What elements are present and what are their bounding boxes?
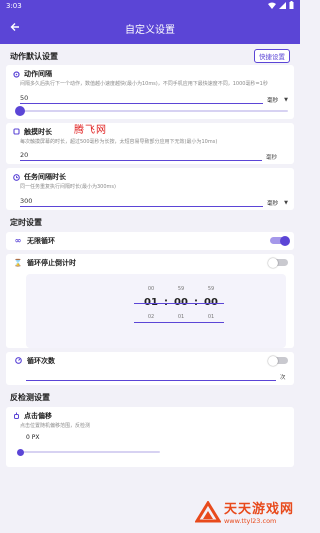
loop-count-card: 循环次数 次: [6, 351, 294, 385]
infinite-loop-header: ∞ 无限循环: [14, 236, 55, 246]
brand-url: www.ttyl23.com: [223, 517, 277, 525]
click-offset-card: 点击偏移 点击位置随机偏移范围，反检测 0 PX: [6, 406, 294, 467]
hours-below: 02: [147, 313, 155, 320]
touch-duration-row: 20 毫秒: [20, 150, 288, 161]
click-offset-desc: 点击位置随机偏移范围，反检测: [20, 422, 91, 429]
arrow-left-icon: [10, 23, 19, 31]
slider-thumb[interactable]: [16, 448, 24, 456]
task-interval-card: 任务间隔时长 同一任务重复执行间隔时长(最小为300ms) 300 毫秒 ▼: [6, 168, 294, 210]
section-title: 反检测设置: [10, 393, 50, 402]
picker-divider: [134, 302, 224, 304]
tap-icon: [12, 412, 20, 420]
touch-icon: [12, 128, 20, 136]
touch-duration-card: 触摸时长 每次触摸屏幕的时长，超过500毫秒为长按，太短容易导致部分应用下无效(…: [6, 122, 294, 164]
slider-track: [20, 109, 288, 112]
loop-stop-countdown-row[interactable]: ⌛ 循环停止倒计时: [6, 254, 294, 272]
brand-name: 天天游戏网: [223, 502, 294, 517]
slider-track: [20, 451, 160, 453]
clock-icon: [12, 173, 20, 181]
section-anti-detect: 反检测设置: [0, 389, 300, 407]
loop-count-input[interactable]: [26, 370, 276, 381]
seconds-above: 59: [207, 285, 215, 292]
toggle-knob: [268, 355, 278, 366]
brand-watermark: 天天游戏网 www.ttyl23.com: [194, 501, 294, 527]
loop-stop-countdown-label: 循环停止倒计时: [27, 258, 76, 267]
section-action-defaults: 动作默认设置 快捷设置: [0, 47, 300, 65]
dropdown-arrow-icon: ▼: [284, 199, 288, 206]
action-interval-row: 50 毫秒 ▼: [20, 93, 288, 104]
loop-count-input-row: 次: [6, 370, 288, 381]
action-interval-desc: 间隔多久后执行下一个动作，数值越小速度越快(最小为10ms)，不同手机应用下最快…: [20, 81, 268, 87]
loop-count-row[interactable]: 循环次数: [6, 352, 288, 370]
toggle-knob: [280, 235, 290, 246]
click-offset-label: 点击偏移: [24, 411, 52, 420]
wifi-icon: [268, 2, 276, 11]
task-interval-desc: 同一任务重复执行间隔时长(最小为300ms): [20, 184, 116, 190]
section-title: 动作默认设置: [10, 51, 58, 61]
minutes-above: 59: [177, 285, 185, 292]
task-interval-label: 任务间隔时长: [24, 173, 66, 181]
unit-label: 毫秒: [267, 200, 279, 207]
section-title: 定时设置: [10, 218, 42, 227]
infinite-loop-toggle[interactable]: [270, 235, 290, 246]
loop-count-header: 循环次数: [14, 356, 55, 366]
action-interval-label: 动作间隔: [24, 70, 52, 78]
loop-stop-countdown-toggle[interactable]: [268, 257, 288, 268]
dropdown-arrow-icon: ▼: [284, 96, 288, 103]
touch-duration-input[interactable]: 20: [20, 150, 262, 161]
gear-icon: [12, 70, 20, 78]
signal-icon: [279, 1, 286, 11]
loop-stop-countdown-header: ⌛ 循环停止倒计时: [14, 258, 76, 268]
action-interval-card: 动作间隔 间隔多久后执行下一个动作，数值越小速度越快(最小为10ms)，不同手机…: [6, 65, 294, 119]
action-interval-slider[interactable]: [15, 105, 288, 116]
task-interval-header: 任务间隔时长: [12, 172, 288, 182]
click-offset-slider[interactable]: [16, 447, 160, 457]
loop-count-label: 循环次数: [27, 356, 55, 365]
task-interval-row: 300 毫秒 ▼: [20, 196, 288, 207]
loop-count-toggle[interactable]: [268, 355, 288, 366]
brand-logo-icon: [194, 501, 221, 523]
infinite-loop-row[interactable]: ∞ 无限循环: [6, 232, 294, 250]
seconds-below: 01: [207, 313, 215, 320]
click-offset-header: 点击偏移: [12, 411, 288, 421]
countdown-picker: 00 01 02 59 00 01 59 00 01 : :: [26, 273, 286, 348]
section-timer: 定时设置: [0, 214, 300, 232]
infinite-loop-card: ∞ 无限循环: [6, 231, 294, 250]
unit-label: 毫秒: [266, 155, 278, 161]
unit-label: 次: [280, 374, 286, 381]
action-interval-input[interactable]: 50: [20, 93, 264, 104]
touch-duration-label: 触摸时长: [24, 127, 52, 136]
battery-icon: [289, 1, 294, 11]
watermark-text: 腾飞网: [74, 125, 107, 136]
toggle-knob: [268, 257, 278, 268]
task-interval-unit-select[interactable]: 毫秒 ▼: [267, 199, 288, 207]
hourglass-icon: ⌛: [13, 258, 23, 267]
action-interval-header: 动作间隔: [12, 69, 288, 79]
page-title: 自定义设置: [125, 24, 175, 36]
infinite-loop-label: 无限循环: [27, 236, 55, 245]
quick-settings-button[interactable]: 快捷设置: [254, 49, 290, 63]
touch-duration-header: 触摸时长: [12, 127, 288, 137]
loop-stop-countdown-card: ⌛ 循环停止倒计时 00 01 02 59 00 01 59 00 01 : :: [6, 253, 294, 348]
status-time: 3:03: [6, 2, 22, 10]
back-button[interactable]: [0, 21, 30, 35]
brand-text: 天天游戏网 www.ttyl23.com: [223, 502, 294, 526]
click-offset-value: 0 PX: [26, 434, 40, 441]
unit-label: 毫秒: [267, 97, 279, 104]
task-interval-input[interactable]: 300: [20, 196, 264, 207]
action-interval-unit-select[interactable]: 毫秒 ▼: [267, 96, 288, 104]
slider-thumb[interactable]: [15, 105, 25, 116]
status-bar: 3:03: [0, 0, 300, 12]
touch-duration-desc: 每次触摸屏幕的时长，超过500毫秒为长按，太短容易导致部分应用下无效(最小为10…: [20, 138, 218, 145]
timer-icon: [14, 357, 22, 365]
minutes-below: 01: [177, 313, 185, 320]
infinity-icon: ∞: [14, 236, 22, 245]
hours-above: 00: [147, 285, 155, 292]
picker-divider: [134, 321, 224, 323]
status-icons: [268, 1, 294, 11]
app-bar: 自定义设置: [0, 12, 300, 44]
